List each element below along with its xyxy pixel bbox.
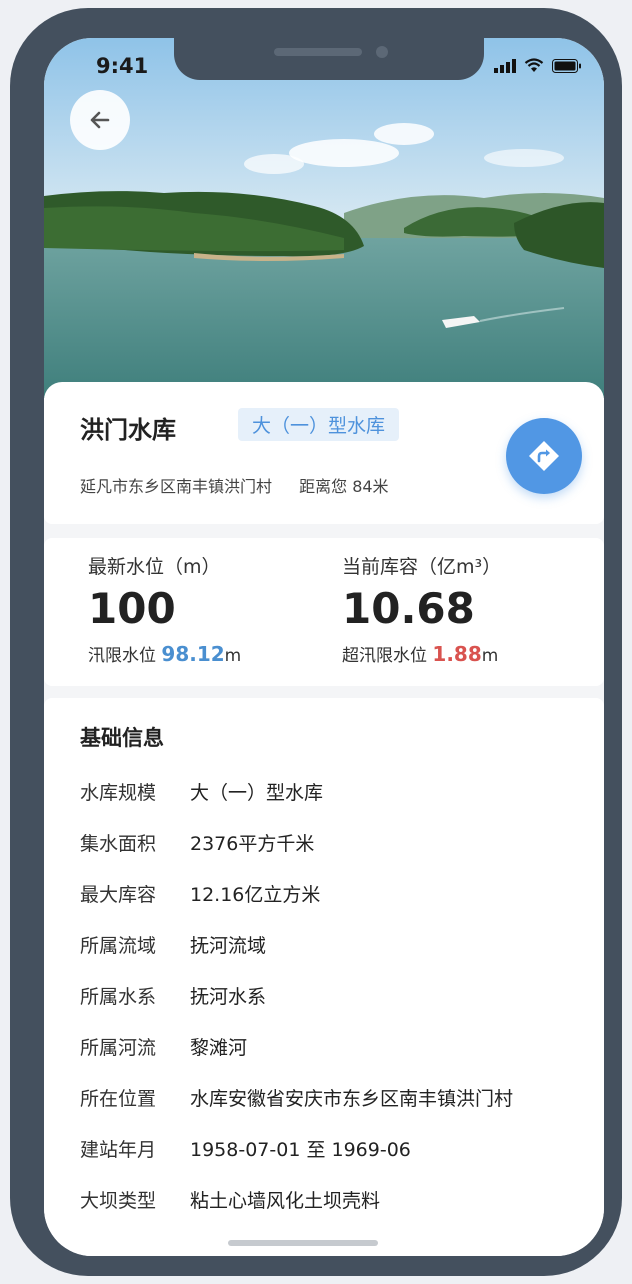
info-row-value: 黎滩河 [190, 1037, 248, 1059]
flood-limit-value: 98.12 [161, 642, 225, 666]
back-button[interactable] [70, 90, 130, 150]
reservoir-name: 洪门水库 [80, 416, 176, 444]
water-level-value: 100 [88, 584, 176, 633]
flood-limit-row: 汛限水位 98.12m [88, 641, 241, 666]
app-screen: 9:41 洪门水库 大（一）型水库 延凡市东乡区南丰镇洪门村 距离您 84米 最… [44, 38, 604, 1256]
basic-info-list: 水库规模 大（一）型水库集水面积 2376平方千米最大库容 12.16亿立方米所属流域… [80, 778, 513, 1237]
speaker-grille [274, 48, 362, 56]
info-row-key: 所属河流 [80, 1037, 157, 1059]
info-row-value: 水库安徽省安庆市东乡区南丰镇洪门村 [190, 1088, 514, 1110]
storage-label: 当前库容（亿m³） [342, 556, 502, 578]
info-row-value: 12.16亿立方米 [190, 884, 321, 906]
info-row-value: 粘土心墙风化土坝壳料 [190, 1190, 381, 1212]
reservoir-header-card: 洪门水库 大（一）型水库 延凡市东乡区南丰镇洪门村 距离您 84米 [44, 382, 604, 524]
water-metrics-card: 最新水位（m） 100 汛限水位 98.12m 当前库容（亿m³） 10.68 … [44, 538, 604, 686]
signal-icon [494, 59, 516, 73]
reservoir-distance: 距离您 84米 [299, 477, 389, 496]
over-limit-unit: m [481, 646, 499, 666]
info-row-value: 1958-07-01 至 1969-06 [190, 1139, 411, 1161]
status-time: 9:41 [96, 54, 149, 78]
info-row-value: 大（一）型水库 [190, 782, 324, 804]
info-row: 建站年月 1958-07-01 至 1969-06 [80, 1135, 513, 1186]
battery-icon [552, 59, 581, 73]
info-row: 水库规模 大（一）型水库 [80, 778, 513, 829]
info-row-key: 建站年月 [80, 1139, 157, 1161]
info-row: 最大库容 12.16亿立方米 [80, 880, 513, 931]
info-row-value: 抚河水系 [190, 986, 267, 1008]
info-row-key: 大坝类型 [80, 1190, 157, 1212]
info-row: 大坝类型 粘土心墙风化土坝壳料 [80, 1186, 513, 1237]
info-row-key: 所属流域 [80, 935, 157, 957]
front-camera [376, 46, 388, 58]
info-row-value: 抚河流域 [190, 935, 267, 957]
info-row: 所属河流 黎滩河 [80, 1033, 513, 1084]
info-row: 所属水系 抚河水系 [80, 982, 513, 1033]
info-row-key: 最大库容 [80, 884, 157, 906]
over-limit-row: 超汛限水位 1.88m [342, 641, 501, 666]
address-row: 延凡市东乡区南丰镇洪门村 距离您 84米 [80, 473, 389, 497]
info-row-key: 所在位置 [80, 1088, 157, 1110]
basic-info-title: 基础信息 [80, 726, 164, 750]
info-row-key: 集水面积 [80, 833, 157, 855]
water-level-label: 最新水位（m） [88, 556, 221, 578]
phone-frame: 9:41 洪门水库 大（一）型水库 延凡市东乡区南丰镇洪门村 距离您 84米 最… [10, 8, 622, 1276]
info-row: 集水面积 2376平方千米 [80, 829, 513, 880]
info-row: 所属流域 抚河流域 [80, 931, 513, 982]
home-indicator[interactable] [228, 1240, 378, 1246]
water-level-metric: 最新水位（m） 100 汛限水位 98.12m [88, 552, 241, 666]
wifi-icon [524, 58, 544, 72]
info-row-key: 水库规模 [80, 782, 157, 804]
over-limit-value: 1.88 [432, 642, 482, 666]
flood-limit-label: 汛限水位 [88, 646, 156, 666]
storage-value: 10.68 [342, 584, 475, 633]
info-row-key: 所属水系 [80, 986, 157, 1008]
flood-limit-unit: m [224, 646, 242, 666]
reservoir-photo [44, 38, 604, 398]
reservoir-type-badge: 大（一）型水库 [238, 408, 400, 441]
device-notch [174, 38, 484, 80]
over-limit-label: 超汛限水位 [342, 646, 427, 666]
status-icons [494, 58, 582, 73]
storage-metric: 当前库容（亿m³） 10.68 超汛限水位 1.88m [342, 552, 501, 666]
arrow-left-icon [90, 111, 110, 129]
navigate-button[interactable] [506, 418, 582, 494]
route-turn-icon [529, 441, 559, 471]
basic-info-card: 基础信息 水库规模 大（一）型水库集水面积 2376平方千米最大库容 12.16亿立方… [44, 698, 604, 1256]
info-row: 所在位置 水库安徽省安庆市东乡区南丰镇洪门村 [80, 1084, 513, 1135]
reservoir-address: 延凡市东乡区南丰镇洪门村 [80, 477, 273, 496]
info-row-value: 2376平方千米 [190, 833, 315, 855]
